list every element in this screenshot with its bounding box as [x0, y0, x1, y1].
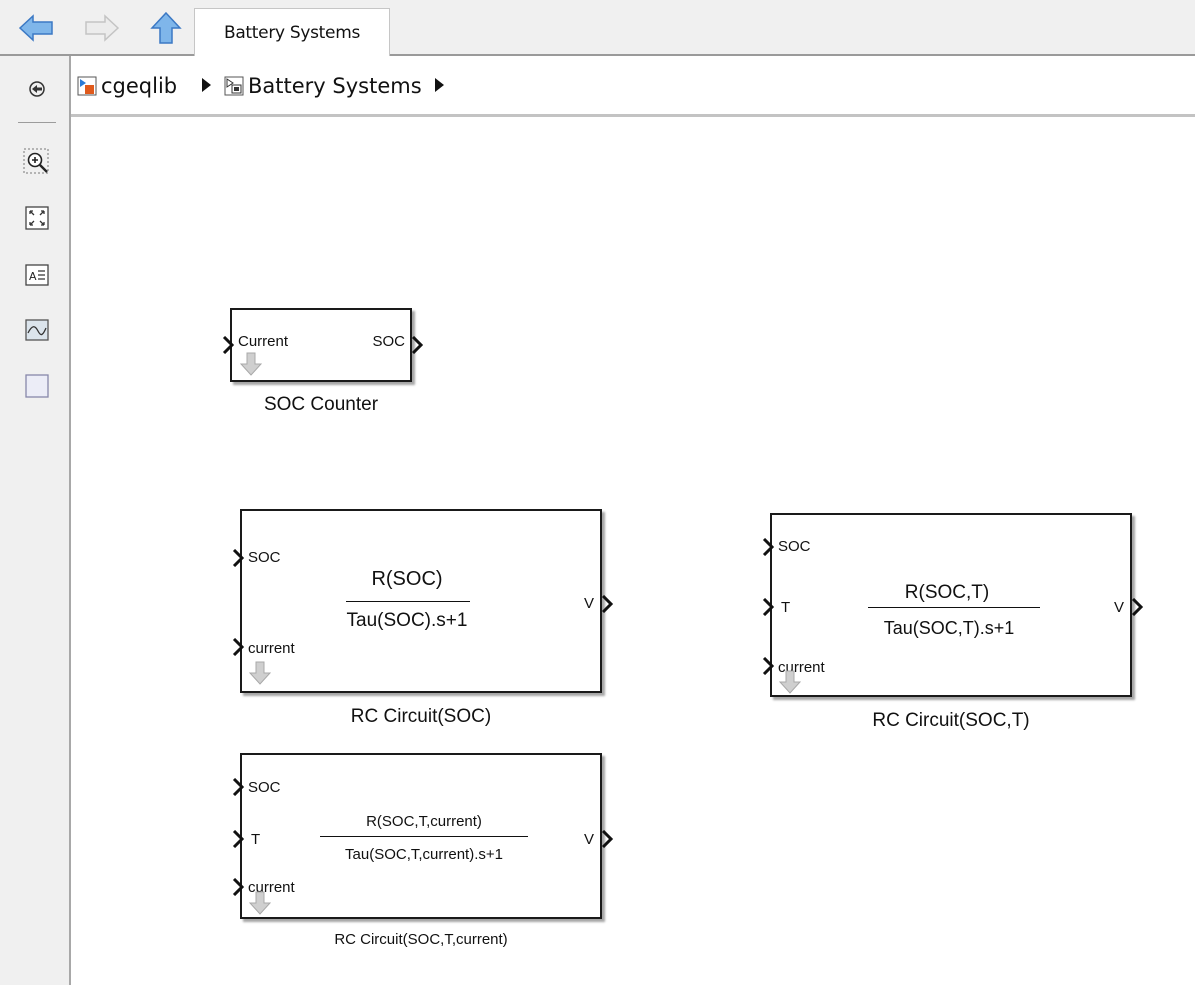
forward-button[interactable] [80, 0, 124, 56]
input-port-chevron-icon [232, 638, 245, 656]
output-port-chevron-icon [601, 595, 614, 613]
input-port-label: current [248, 640, 295, 657]
library-icon [77, 76, 97, 96]
tab-bar: Battery Systems [0, 0, 1195, 56]
input-port-chevron-icon [232, 549, 245, 567]
reference-arrow-icon [240, 352, 262, 376]
image-icon [25, 319, 49, 341]
input-port-chevron-icon [762, 657, 775, 675]
block-rc-circuit-soc-t-current[interactable]: SOC T current V R(SOC,T,current) Tau(SOC… [240, 753, 602, 919]
block-soc-counter[interactable]: Current SOC [230, 308, 412, 382]
tab-battery-systems[interactable]: Battery Systems [194, 8, 390, 56]
breadcrumb-label: cgeqlib [101, 74, 178, 98]
output-port-chevron-icon [411, 336, 424, 354]
svg-text:A: A [29, 270, 37, 283]
toolstrip-divider [18, 122, 56, 123]
block-name-label: RC Circuit(SOC,T) [872, 710, 1030, 731]
transfer-function-denominator: Tau(SOC).s+1 [346, 610, 468, 631]
breadcrumb-separator-icon [435, 78, 444, 92]
input-port-chevron-icon [762, 538, 775, 556]
input-port-label: T [251, 831, 261, 848]
output-port-label: V [583, 831, 594, 848]
fraction-bar [320, 836, 528, 837]
breadcrumb: cgeqlib Battery Systems [71, 56, 1195, 117]
input-port-chevron-icon [222, 336, 235, 354]
block-name-label: RC Circuit(SOC) [350, 706, 492, 727]
transfer-function-denominator: Tau(SOC,T).s+1 [883, 618, 1015, 638]
input-port-label: SOC [248, 779, 281, 796]
reference-arrow-icon [249, 661, 271, 685]
model-canvas[interactable]: Current SOC SOC Counter SOC current V R(… [71, 117, 1195, 985]
area-icon [25, 374, 49, 398]
output-port-label: V [583, 595, 594, 612]
input-port-label: SOC [778, 538, 811, 555]
output-port-chevron-icon [601, 830, 614, 848]
fit-to-view-button[interactable] [23, 204, 51, 232]
breadcrumb-separator-icon [202, 78, 211, 92]
tool-strip: A [0, 56, 71, 985]
transfer-function-denominator: Tau(SOC,T,current).s+1 [345, 846, 503, 863]
text-annotation-icon: A [25, 264, 49, 286]
transfer-function-numerator: R(SOC,T) [904, 582, 990, 603]
forward-arrow-icon [85, 14, 120, 42]
breadcrumb-item-cgeqlib[interactable]: cgeqlib [77, 73, 177, 99]
area-button[interactable] [23, 372, 51, 400]
fraction-bar [868, 607, 1040, 608]
fit-view-icon [25, 206, 49, 230]
output-port-label: V [1113, 599, 1124, 616]
input-port-chevron-icon [232, 830, 245, 848]
output-port-chevron-icon [1131, 598, 1144, 616]
output-port-label: SOC [372, 333, 405, 350]
input-port-label: T [781, 599, 791, 616]
block-rc-circuit-soc-t[interactable]: SOC T current V R(SOC,T) Tau(SOC,T).s+1 [770, 513, 1132, 697]
block-rc-circuit-soc[interactable]: SOC current V R(SOC) Tau(SOC).s+1 [240, 509, 602, 693]
input-port-label: Current [238, 333, 289, 350]
input-port-chevron-icon [762, 598, 775, 616]
block-name-label: SOC Counter [263, 394, 379, 415]
reference-arrow-icon [779, 670, 801, 694]
back-arrow-icon [18, 14, 53, 42]
transfer-function-numerator: R(SOC) [371, 568, 443, 590]
input-port-chevron-icon [232, 778, 245, 796]
up-button[interactable] [144, 0, 188, 56]
up-arrow-icon [150, 11, 182, 44]
image-button[interactable] [23, 316, 51, 344]
transfer-function-numerator: R(SOC,T,current) [366, 813, 482, 830]
breadcrumb-item-battery-systems[interactable]: Battery Systems [224, 73, 422, 99]
tab-label: Battery Systems [223, 22, 361, 43]
zoom-in-icon [23, 148, 49, 174]
annotation-button[interactable]: A [23, 261, 51, 289]
subsystem-icon [224, 76, 244, 96]
input-port-label: SOC [248, 549, 281, 566]
block-name-label: RC Circuit(SOC,T,current) [334, 931, 508, 948]
hide-browser-button[interactable] [23, 75, 51, 103]
circle-arrow-icon [29, 81, 45, 97]
zoom-button[interactable] [23, 148, 51, 176]
fraction-bar [346, 601, 470, 602]
breadcrumb-label: Battery Systems [248, 74, 422, 98]
reference-arrow-icon [249, 891, 271, 915]
input-port-chevron-icon [232, 878, 245, 896]
back-button[interactable] [14, 0, 58, 56]
